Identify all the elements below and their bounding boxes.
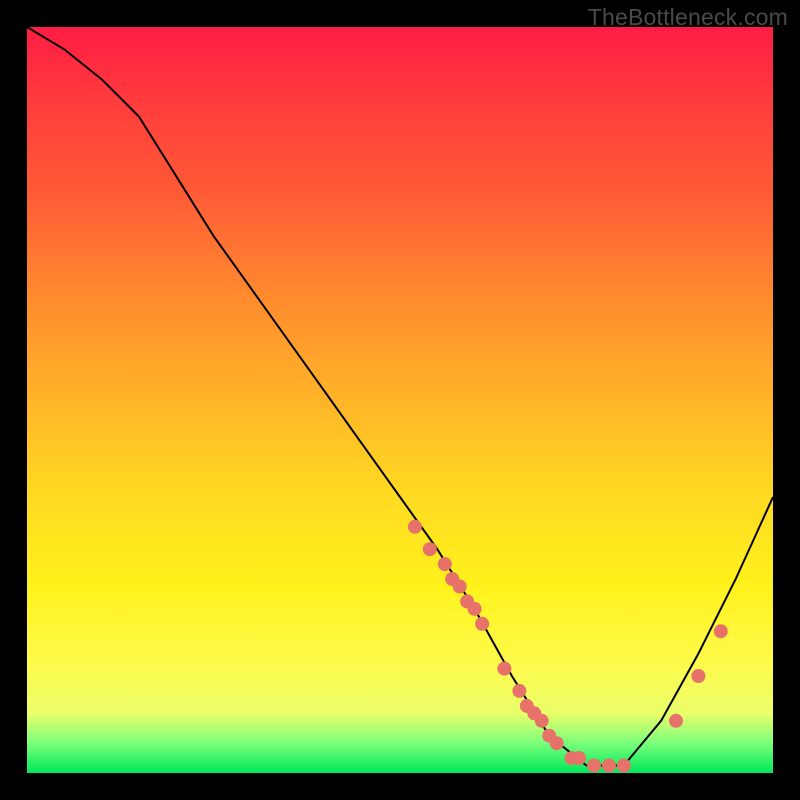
data-point	[497, 662, 511, 676]
data-point	[423, 542, 437, 556]
bottleneck-chart	[27, 27, 773, 773]
data-point	[453, 580, 467, 594]
data-point	[468, 602, 482, 616]
data-point	[669, 714, 683, 728]
data-point	[714, 624, 728, 638]
data-point	[691, 669, 705, 683]
marker-group	[408, 520, 728, 773]
data-point	[550, 736, 564, 750]
data-point	[475, 617, 489, 631]
data-point	[602, 759, 616, 773]
chart-area	[27, 27, 773, 773]
curve-line	[27, 27, 773, 766]
data-point	[572, 751, 586, 765]
data-point	[408, 520, 422, 534]
data-point	[438, 557, 452, 571]
data-point	[512, 684, 526, 698]
data-point	[587, 759, 601, 773]
data-point	[535, 714, 549, 728]
data-point	[617, 759, 631, 773]
